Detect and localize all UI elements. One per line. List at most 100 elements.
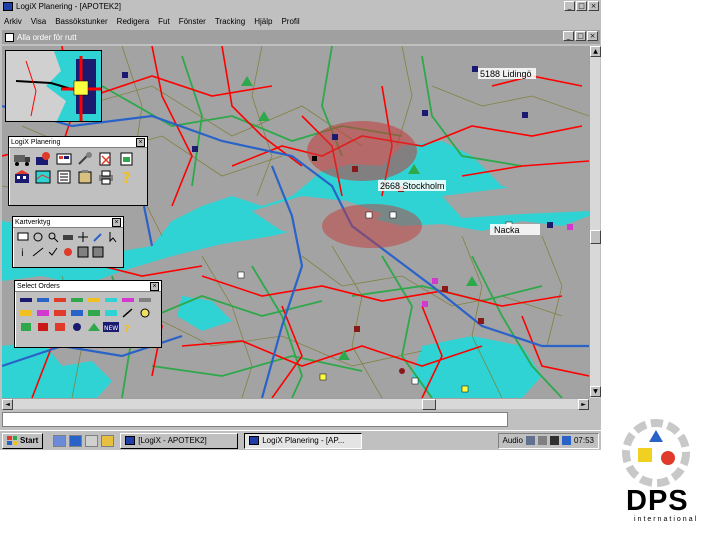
order-marker[interactable] xyxy=(352,166,358,172)
order-marker[interactable] xyxy=(567,224,573,230)
truck-icon[interactable] xyxy=(12,151,32,167)
close-icon[interactable]: × xyxy=(136,137,145,147)
minimize-button[interactable]: _ xyxy=(564,1,575,11)
menu-fut[interactable]: Fut xyxy=(158,17,170,26)
channels-icon[interactable] xyxy=(101,434,115,447)
menu-tracking[interactable]: Tracking xyxy=(215,17,245,26)
desktop-icon[interactable] xyxy=(85,434,99,447)
check-icon[interactable] xyxy=(46,246,60,258)
menu-bassokstunker[interactable]: Bassökstunker xyxy=(55,17,107,26)
gray-square-icon[interactable] xyxy=(91,246,105,258)
list-icon[interactable] xyxy=(54,169,74,185)
browser-icon[interactable] xyxy=(69,434,83,447)
pan-icon[interactable] xyxy=(76,231,90,243)
order-marker[interactable] xyxy=(192,146,198,152)
kartverktyg-toolbox[interactable]: Kartverktyg × i xyxy=(12,216,124,268)
order-marker[interactable] xyxy=(332,134,338,140)
kartverktyg-toolbox-title-bar[interactable]: Kartverktyg × xyxy=(13,217,123,228)
filter-blue-icon[interactable] xyxy=(35,295,51,305)
edit-icon[interactable] xyxy=(120,308,136,318)
menu-hjalp[interactable]: Hjälp xyxy=(254,17,272,26)
square-green-icon[interactable] xyxy=(18,321,34,333)
order-marker[interactable] xyxy=(237,271,245,279)
child-close-button[interactable]: × xyxy=(587,31,598,41)
rotate-icon[interactable] xyxy=(31,231,45,243)
start-button[interactable]: Start xyxy=(2,432,44,449)
pen-icon[interactable] xyxy=(91,231,105,243)
measure-icon[interactable] xyxy=(31,246,45,258)
clock[interactable]: 07:53 xyxy=(574,436,594,445)
child-window-icon[interactable] xyxy=(5,32,14,42)
filter-red-icon[interactable] xyxy=(52,308,68,318)
order-marker[interactable] xyxy=(354,326,360,332)
scroll-down-button[interactable]: ▼ xyxy=(590,386,601,397)
planering-toolbox-title-bar[interactable]: LogiX Planering × xyxy=(9,137,147,148)
order-marker[interactable] xyxy=(399,368,405,374)
planering-toolbox[interactable]: LogiX Planering × ? xyxy=(8,136,148,206)
menu-visa[interactable]: Visa xyxy=(31,17,46,26)
order-marker[interactable] xyxy=(312,156,317,161)
scroll-left-button[interactable]: ◄ xyxy=(2,399,13,410)
order-marker[interactable] xyxy=(422,110,428,116)
filter-green-icon[interactable] xyxy=(86,308,102,318)
maximize-button[interactable]: □ xyxy=(576,1,587,11)
filter-blue-icon[interactable] xyxy=(18,295,34,305)
child-maximize-button[interactable]: □ xyxy=(575,31,586,41)
help-icon[interactable]: ? xyxy=(120,321,136,333)
gray-square-icon[interactable] xyxy=(76,246,90,258)
child-window-title-bar[interactable]: Alla order för rutt _ □ × xyxy=(2,30,600,44)
menu-fonster[interactable]: Fönster xyxy=(179,17,206,26)
order-marker[interactable] xyxy=(411,377,419,385)
monitor-icon[interactable] xyxy=(561,436,571,445)
overview-map[interactable] xyxy=(5,50,102,122)
order-marker[interactable] xyxy=(122,72,128,78)
menu-redigera[interactable]: Redigera xyxy=(117,17,149,26)
report-icon[interactable] xyxy=(117,151,137,167)
tools-icon[interactable] xyxy=(75,151,95,167)
vertical-scroll-thumb[interactable] xyxy=(590,230,601,244)
select-orders-toolbox-title-bar[interactable]: Select Orders × xyxy=(15,281,161,292)
title-bar[interactable]: LogiX Planering - [APOTEK2] _ □ × xyxy=(0,0,601,13)
filter-magenta-icon[interactable] xyxy=(35,308,51,318)
order-marker[interactable] xyxy=(522,112,528,118)
map-view-icon[interactable] xyxy=(33,169,53,185)
order-marker[interactable] xyxy=(422,301,428,307)
pointer-icon[interactable] xyxy=(106,231,120,243)
new-order-icon[interactable]: NEW xyxy=(103,321,119,333)
close-button[interactable]: × xyxy=(588,1,599,11)
app-icon[interactable] xyxy=(3,2,13,11)
scroll-up-button[interactable]: ▲ xyxy=(590,46,601,57)
order-marker[interactable] xyxy=(547,222,553,228)
select-orders-toolbox[interactable]: Select Orders × NEW ? xyxy=(14,280,162,348)
building-icon[interactable] xyxy=(12,169,32,185)
explorer-icon[interactable] xyxy=(53,434,67,447)
task-button-logix-planering[interactable]: LogiX Planering - [AP... xyxy=(244,432,363,449)
menu-arkiv[interactable]: Arkiv xyxy=(4,17,22,26)
filter-yellow-icon[interactable] xyxy=(86,295,102,305)
horizontal-scrollbar[interactable]: ◄ ► xyxy=(2,398,589,410)
zoom-icon[interactable] xyxy=(46,231,60,243)
triangle-green-icon[interactable] xyxy=(86,321,102,333)
order-marker[interactable] xyxy=(461,385,469,393)
overview-map-graphic[interactable] xyxy=(6,51,102,122)
network-icon[interactable] xyxy=(525,436,535,445)
filter-gray-icon[interactable] xyxy=(137,295,153,305)
help-icon[interactable]: ? xyxy=(117,169,137,185)
filter-cyan-icon[interactable] xyxy=(103,308,119,318)
square-red-icon[interactable] xyxy=(35,321,51,333)
order-marker[interactable] xyxy=(442,286,448,292)
route-stop-icon[interactable] xyxy=(33,151,53,167)
order-marker[interactable] xyxy=(478,318,484,324)
filter-cyan-icon[interactable] xyxy=(103,295,119,305)
close-icon[interactable]: × xyxy=(150,281,159,291)
task-button-logix-apotek[interactable]: [LogiX - APOTEK2] xyxy=(120,432,239,449)
screen-icon[interactable] xyxy=(16,231,30,243)
child-minimize-button[interactable]: _ xyxy=(563,31,574,41)
print-icon[interactable] xyxy=(96,169,116,185)
filter-yellow-icon[interactable] xyxy=(18,308,34,318)
circle-blue-icon[interactable] xyxy=(69,321,85,333)
delete-order-icon[interactable] xyxy=(96,151,116,167)
filter-red-icon[interactable] xyxy=(52,295,68,305)
info-icon[interactable]: i xyxy=(16,246,30,258)
filter-magenta-icon[interactable] xyxy=(120,295,136,305)
